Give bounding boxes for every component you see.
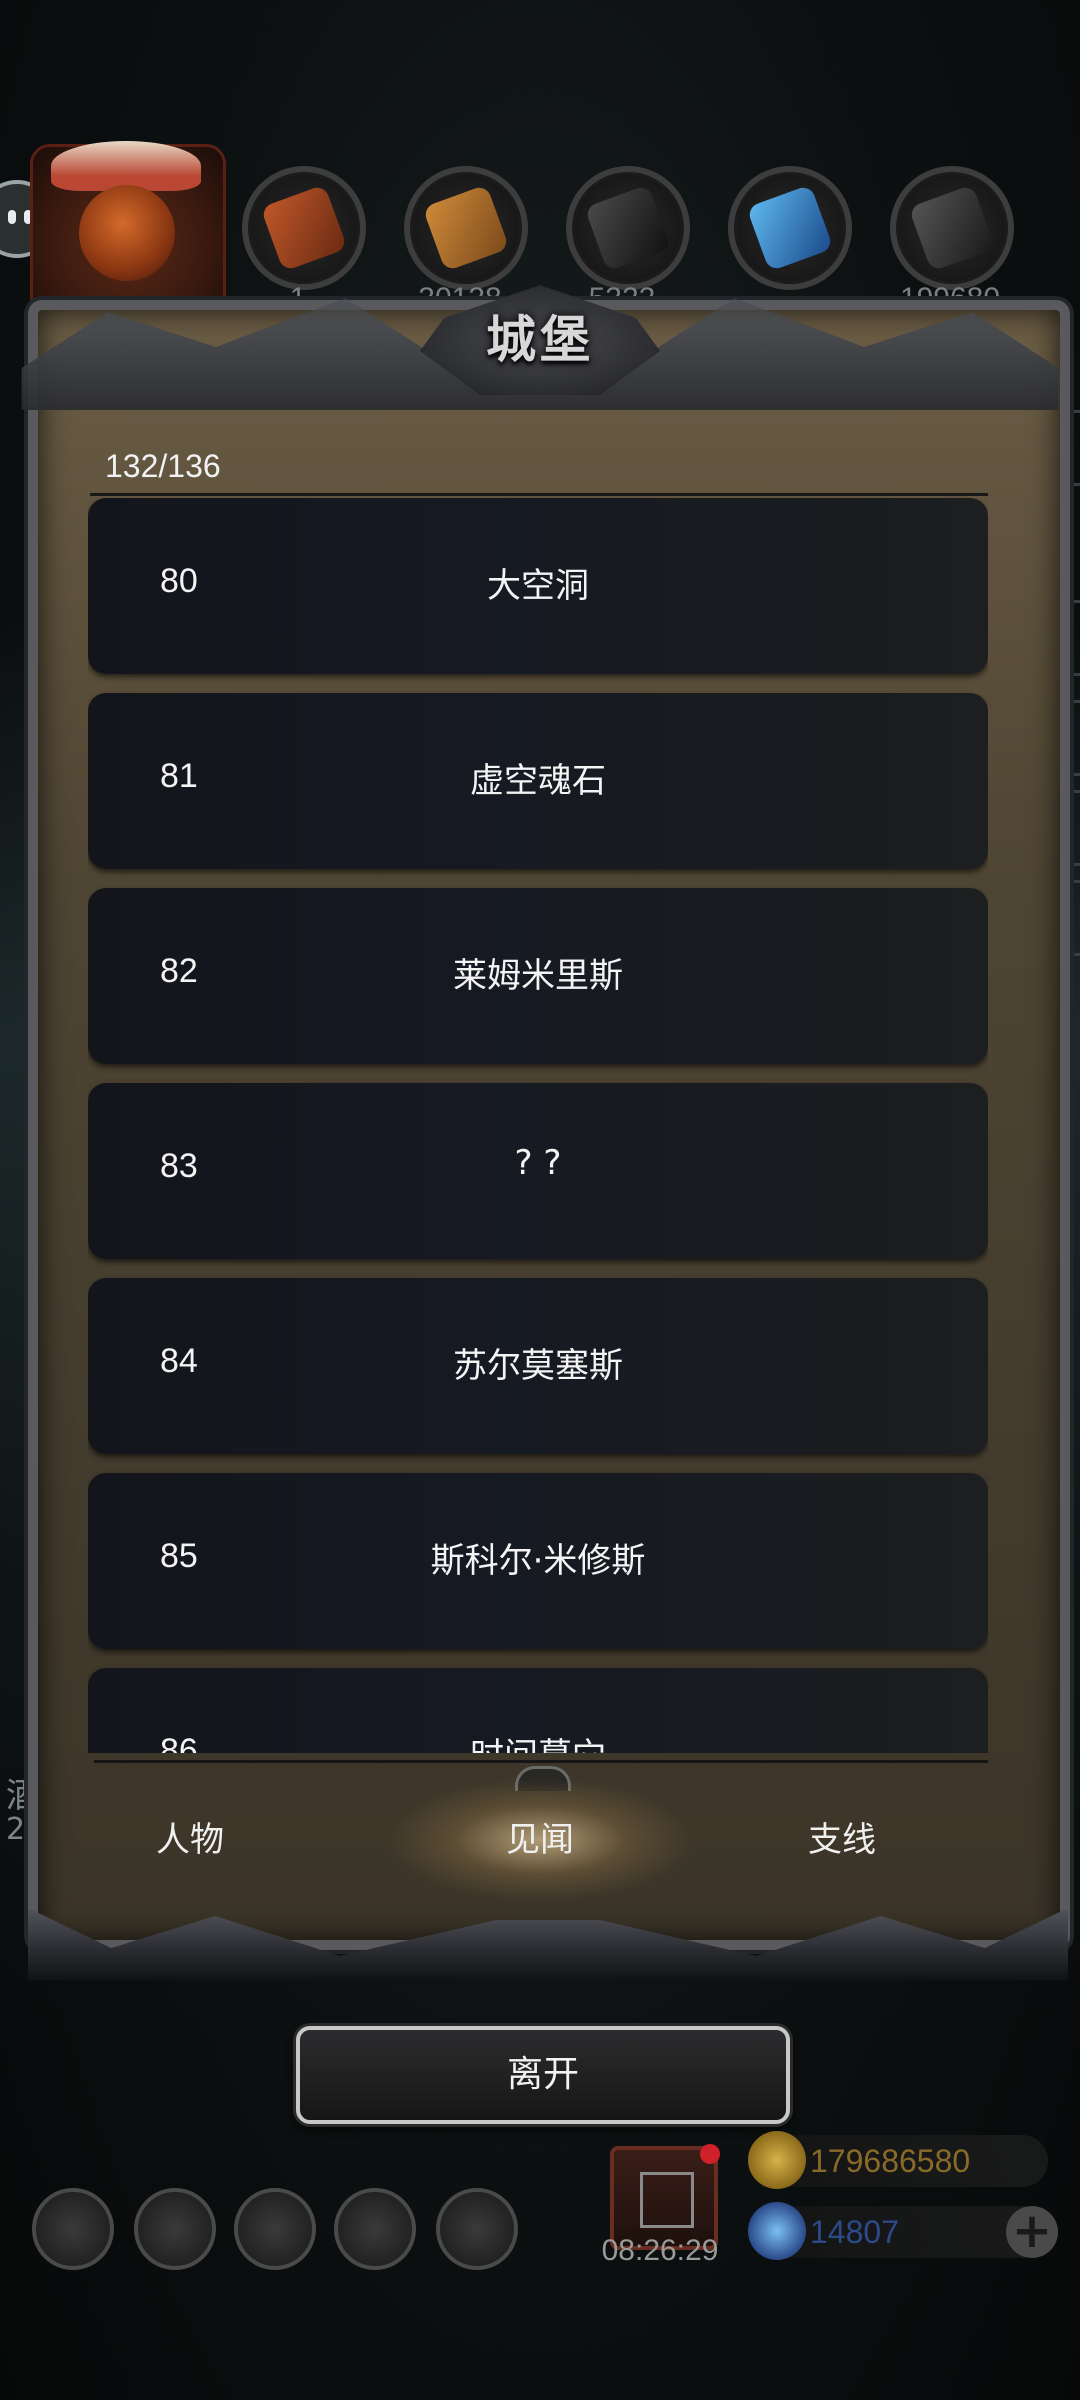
list-item[interactable]: 85 斯科尔·米修斯: [88, 1473, 988, 1649]
mail-icon[interactable]: [334, 2188, 416, 2270]
progress-counter: 132/136: [105, 448, 221, 484]
stone-icon[interactable]: [890, 166, 1014, 290]
tab-sidequests[interactable]: 支线: [692, 1780, 992, 1900]
tab-lore[interactable]: 见闻: [390, 1780, 690, 1900]
gold-amount: 179686580: [810, 2143, 971, 2179]
gem-amount: 14807: [810, 2214, 899, 2250]
entry-name: 斯科尔·米修斯: [430, 1541, 646, 1581]
notification-dot: [700, 2144, 720, 2164]
crystal-icon[interactable]: [728, 166, 852, 290]
entry-number: 80: [160, 562, 198, 600]
exit-button[interactable]: 离开: [296, 2026, 790, 2124]
entry-name: 虚空魂石: [470, 761, 606, 801]
entry-list[interactable]: 80 大空洞 81 虚空魂石 82 莱姆米里斯 83 ? ? 84 苏尔莫塞斯 …: [88, 498, 988, 1753]
entry-number: 84: [160, 1342, 198, 1380]
meat-icon[interactable]: [242, 166, 366, 290]
list-item[interactable]: 83 ? ?: [88, 1083, 988, 1259]
list-item[interactable]: 80 大空洞: [88, 498, 988, 674]
divider: [90, 493, 988, 496]
iron-icon[interactable]: [566, 166, 690, 290]
entry-number: 86: [160, 1732, 198, 1753]
entry-name: 莱姆米里斯: [453, 956, 623, 996]
list-item[interactable]: 82 莱姆米里斯: [88, 888, 988, 1064]
gold-coin-icon: [748, 2131, 806, 2189]
entry-number: 81: [160, 757, 198, 795]
panel-title: 城堡: [486, 311, 594, 369]
entry-number: 82: [160, 952, 198, 990]
entry-number: 85: [160, 1537, 198, 1575]
achievement-star-icon[interactable]: [134, 2188, 216, 2270]
gem-display: 14807: [748, 2202, 1048, 2260]
list-item[interactable]: 86 时间墓穴: [88, 1668, 988, 1753]
tab-characters[interactable]: 人物: [40, 1780, 340, 1900]
settings-gear-icon[interactable]: [32, 2188, 114, 2270]
player-avatar[interactable]: [30, 141, 226, 325]
resource-bar: 1 30138 5322 199680: [0, 141, 1080, 325]
add-currency-button[interactable]: +: [1006, 2206, 1058, 2258]
entry-name: 大空洞: [487, 566, 589, 606]
entry-name: 时间墓穴: [238, 1728, 838, 1753]
list-item[interactable]: 84 苏尔莫塞斯: [88, 1278, 988, 1454]
map-icon[interactable]: [234, 2188, 316, 2270]
shop-icon[interactable]: [436, 2188, 518, 2270]
tab-bar: 人物 见闻 支线: [40, 1780, 1040, 1900]
wood-icon[interactable]: [404, 166, 528, 290]
entry-number: 83: [160, 1147, 198, 1185]
gift-timer: 08:26:29: [601, 2234, 719, 2267]
gift-icon-shape: [640, 2172, 694, 2228]
gold-display: 179686580: [748, 2131, 1048, 2189]
entry-name: 苏尔莫塞斯: [453, 1346, 623, 1386]
list-item[interactable]: 81 虚空魂石: [88, 693, 988, 869]
pumpkin-mask-icon: [79, 185, 175, 281]
gem-icon: [748, 2202, 806, 2260]
divider: [94, 1760, 988, 1763]
lion-hat-decoration: [51, 141, 201, 191]
entry-name: ? ?: [514, 1143, 562, 1183]
